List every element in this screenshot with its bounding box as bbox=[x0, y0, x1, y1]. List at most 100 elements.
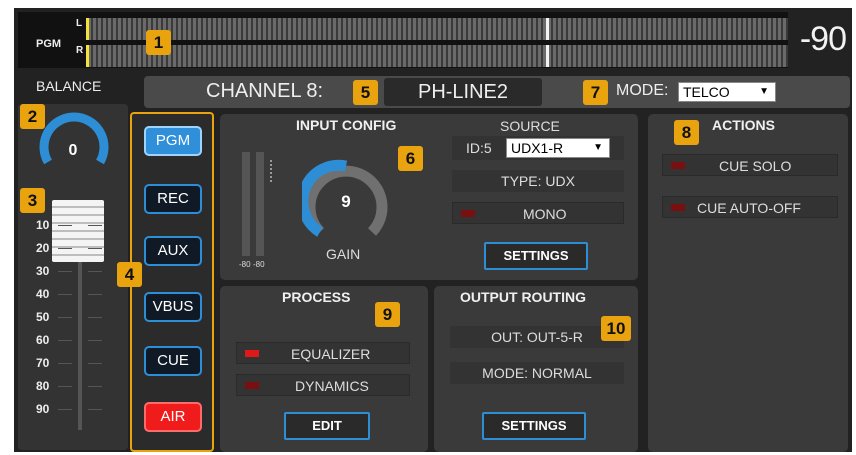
source-type: TYPE: UDX bbox=[452, 170, 624, 192]
callout-badge-6: 6 bbox=[398, 146, 423, 171]
right-peak-marker bbox=[546, 45, 549, 67]
fader-tick bbox=[88, 409, 102, 410]
input-meter-label-left: -80 bbox=[239, 260, 251, 269]
output-mode: MODE: NORMAL bbox=[450, 362, 624, 384]
callout-badge-10: 10 bbox=[601, 316, 631, 341]
fader-tick bbox=[88, 248, 102, 249]
mono-label: MONO bbox=[523, 206, 567, 222]
left-channel-label: L bbox=[76, 18, 83, 29]
cue-solo-led bbox=[671, 162, 685, 169]
mode-label: MODE: bbox=[616, 82, 669, 99]
channel-name: PH-LINE2 bbox=[384, 78, 542, 106]
bus-button-air[interactable]: AIR bbox=[144, 402, 202, 432]
mode-select[interactable]: TELCO ▼ bbox=[678, 82, 776, 102]
fader-tick bbox=[58, 294, 72, 295]
callout-badge-2: 2 bbox=[20, 104, 45, 129]
dropdown-arrow-icon: ▼ bbox=[759, 86, 769, 97]
bus-button-cue[interactable]: CUE bbox=[144, 346, 202, 376]
actions-title: ACTIONS bbox=[712, 117, 775, 133]
dynamics-toggle[interactable]: DYNAMICS bbox=[236, 374, 410, 396]
dynamics-led bbox=[245, 382, 259, 389]
source-id-label: ID:5 bbox=[466, 140, 492, 156]
mode-select-value: TELCO bbox=[683, 84, 730, 100]
channel-title-bar: CHANNEL 8: PH-LINE2 MODE: TELCO ▼ bbox=[144, 76, 850, 108]
channel-label: CHANNEL 8: bbox=[206, 80, 324, 102]
console-screen: PGM L R 1 -90 BALANCE 0 10 20 30 40 50 6… bbox=[14, 8, 852, 452]
right-channel-label: R bbox=[76, 45, 84, 56]
fader-tick bbox=[88, 225, 102, 226]
fader-tick bbox=[88, 317, 102, 318]
fader-tick bbox=[58, 271, 72, 272]
source-title: SOURCE bbox=[500, 118, 560, 134]
left-peak-marker bbox=[546, 18, 549, 40]
callout-badge-9: 9 bbox=[375, 302, 400, 327]
fader-tick bbox=[58, 225, 72, 226]
input-meter-left bbox=[242, 152, 250, 256]
bus-button-vbus[interactable]: VBUS bbox=[144, 292, 202, 322]
callout-badge-5: 5 bbox=[353, 80, 378, 105]
pgm-meter-label: PGM bbox=[36, 38, 62, 50]
input-meter-label-right: -80 bbox=[253, 260, 265, 269]
actions-panel: ACTIONS CUE SOLO CUE AUTO-OFF bbox=[648, 114, 848, 452]
fader-scale-label: 10 bbox=[36, 218, 50, 232]
balance-fader-column: 0 10 20 30 40 50 60 70 80 90 bbox=[18, 104, 128, 450]
input-config-title: INPUT CONFIG bbox=[296, 117, 397, 133]
cue-solo-label: CUE SOLO bbox=[719, 158, 792, 174]
gain-value: 9 bbox=[341, 192, 351, 211]
right-level-meter bbox=[86, 45, 788, 67]
fader-scale-label: 80 bbox=[36, 379, 50, 393]
fader-tick bbox=[58, 363, 72, 364]
fader-scale-label: 30 bbox=[36, 264, 50, 278]
process-title: PROCESS bbox=[282, 289, 351, 305]
fader-tick bbox=[58, 386, 72, 387]
output-destination: OUT: OUT-5-R bbox=[450, 326, 624, 348]
fader-scale-label: 90 bbox=[36, 402, 50, 416]
fader-scale-label: 70 bbox=[36, 356, 50, 370]
equalizer-led bbox=[245, 350, 259, 357]
cue-auto-off-label: CUE AUTO-OFF bbox=[697, 200, 801, 216]
pgm-meter-area: PGM L R bbox=[18, 12, 788, 68]
fader-tick bbox=[88, 294, 102, 295]
source-select-value: UDX1-R bbox=[511, 140, 564, 156]
bus-button-rec[interactable]: REC bbox=[144, 184, 202, 214]
callout-badge-8: 8 bbox=[674, 120, 699, 145]
cue-auto-off-led bbox=[671, 204, 685, 211]
left-level-meter bbox=[86, 18, 788, 40]
output-routing-title: OUTPUT ROUTING bbox=[460, 289, 586, 305]
fader-scale-label: 50 bbox=[36, 310, 50, 324]
input-config-panel: INPUT CONFIG -80 -80 9 GAIN SOURCE ID:5 … bbox=[220, 114, 638, 280]
input-meter-scale bbox=[270, 160, 272, 182]
left-level-indicator bbox=[86, 18, 89, 40]
bus-button-pgm[interactable]: PGM bbox=[144, 126, 202, 156]
gain-label: GAIN bbox=[326, 246, 361, 262]
fader-tick bbox=[88, 386, 102, 387]
process-edit-button[interactable]: EDIT bbox=[284, 412, 370, 440]
cue-auto-off-toggle[interactable]: CUE AUTO-OFF bbox=[662, 196, 838, 218]
fader-tick bbox=[58, 340, 72, 341]
fader-tick bbox=[88, 340, 102, 341]
fader-scale-label: 20 bbox=[36, 241, 50, 255]
fader-tick bbox=[58, 317, 72, 318]
cue-solo-toggle[interactable]: CUE SOLO bbox=[662, 154, 838, 176]
mono-toggle[interactable]: MONO bbox=[452, 202, 624, 224]
fader-cap[interactable] bbox=[52, 200, 104, 262]
callout-badge-4: 4 bbox=[117, 262, 142, 287]
callout-badge-3: 3 bbox=[20, 188, 45, 213]
source-id-row: ID:5 UDX1-R ▼ bbox=[452, 136, 624, 160]
bus-button-aux[interactable]: AUX bbox=[144, 236, 202, 266]
source-select[interactable]: UDX1-R ▼ bbox=[506, 138, 610, 158]
meter-readout: -90 bbox=[799, 20, 847, 58]
fader-tick bbox=[88, 271, 102, 272]
balance-label: BALANCE bbox=[36, 78, 102, 94]
fader-tick bbox=[58, 409, 72, 410]
fader-scale-label: 60 bbox=[36, 333, 50, 347]
input-settings-button[interactable]: SETTINGS bbox=[484, 242, 588, 270]
output-routing-panel: OUTPUT ROUTING OUT: OUT-5-R MODE: NORMAL… bbox=[434, 286, 638, 452]
equalizer-toggle[interactable]: EQUALIZER bbox=[236, 342, 410, 364]
fader-tick bbox=[58, 248, 72, 249]
mono-led bbox=[461, 210, 475, 217]
right-level-indicator bbox=[86, 45, 89, 67]
equalizer-label: EQUALIZER bbox=[291, 346, 371, 362]
output-settings-button[interactable]: SETTINGS bbox=[482, 412, 586, 440]
dynamics-label: DYNAMICS bbox=[295, 378, 369, 394]
